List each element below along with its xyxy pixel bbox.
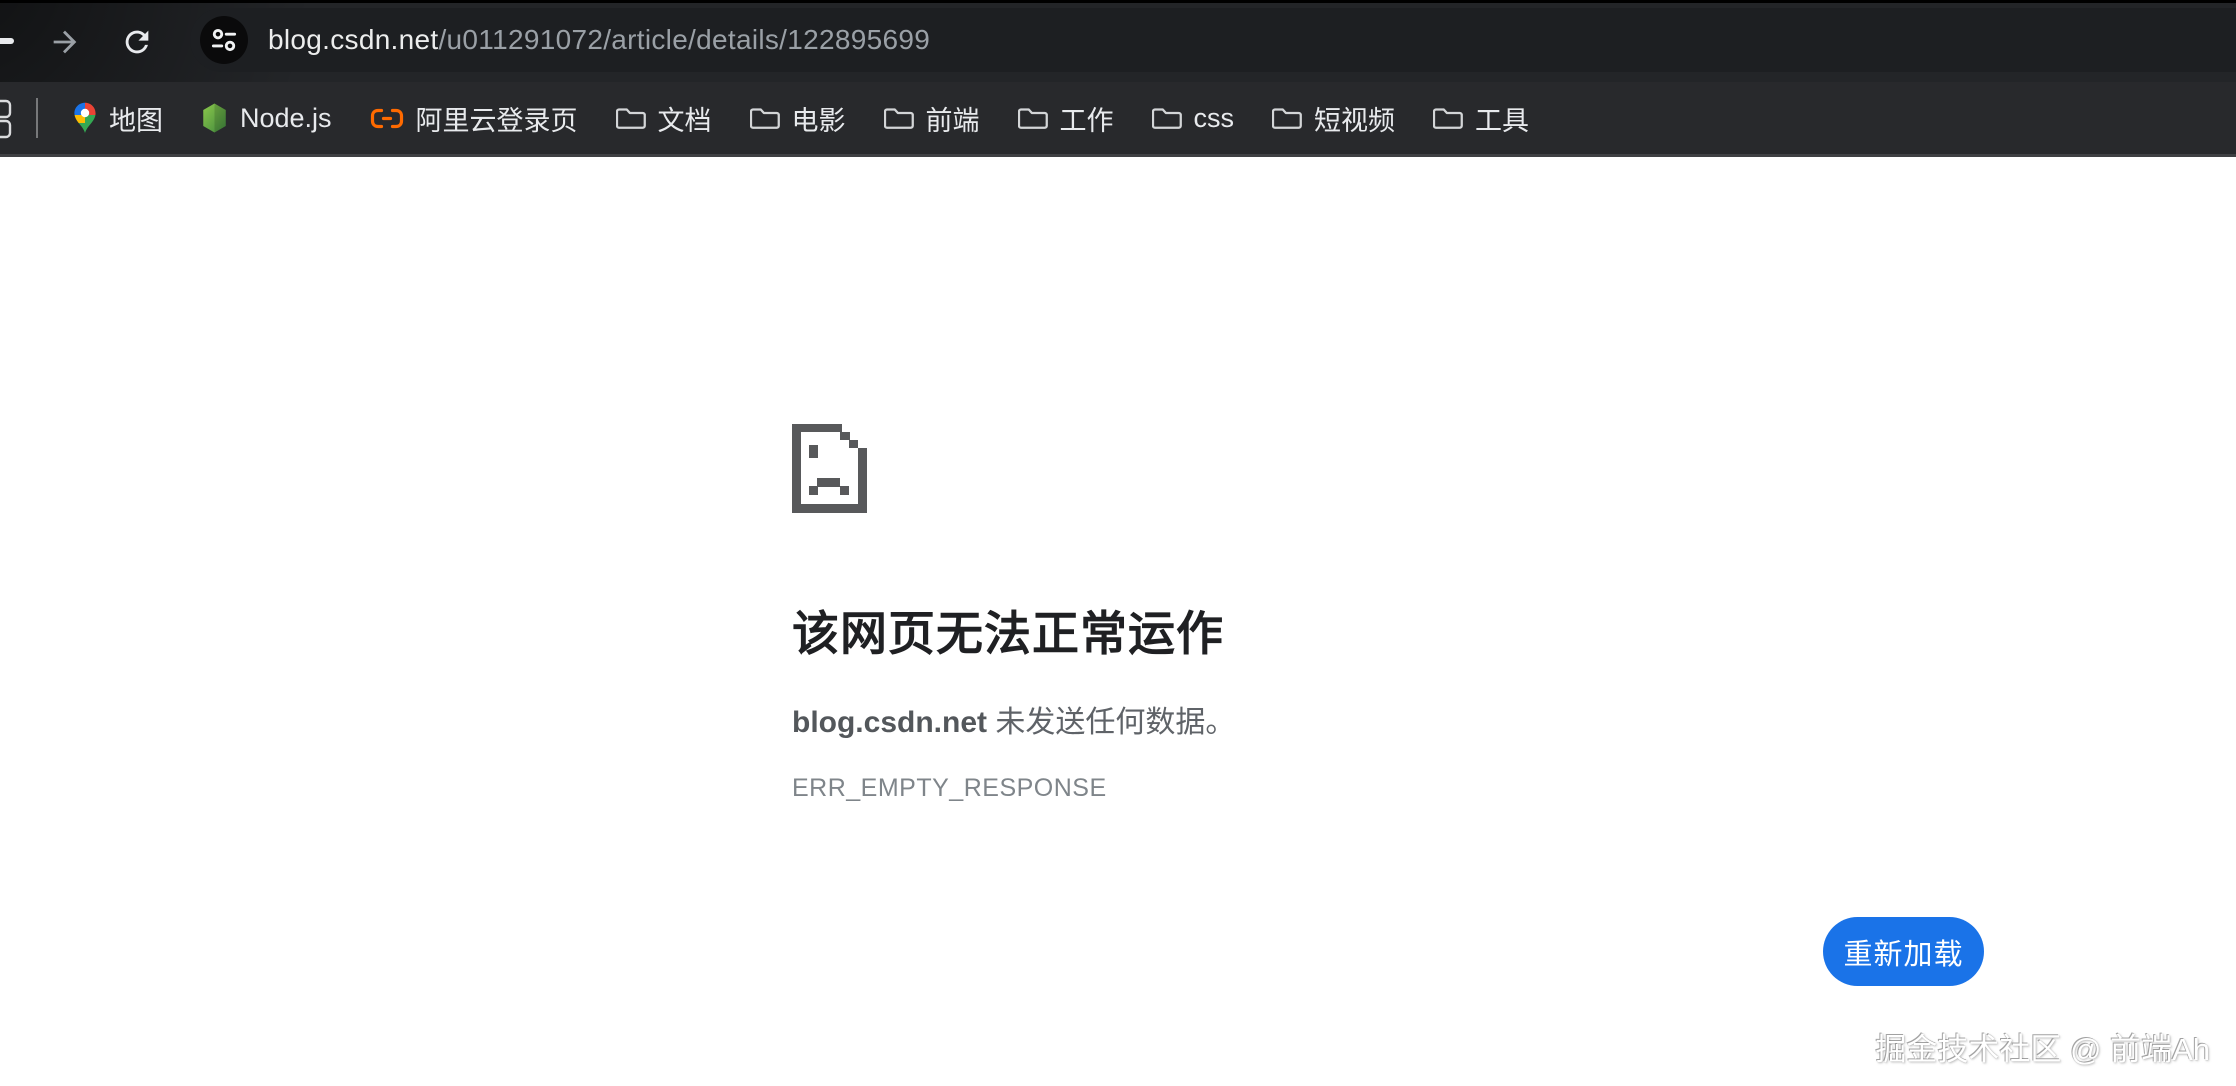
bookmark-item-文档[interactable]: 文档 — [597, 91, 731, 145]
bookmark-items: 地图 Node.js 阿里云登录页 文档 电影 前端 工作 css 短视频 工具 — [54, 82, 1548, 154]
folder-icon — [1272, 105, 1302, 131]
aliyun-brackets-icon — [370, 107, 404, 130]
folder-icon — [1018, 105, 1048, 131]
apps-grid-icon[interactable] — [0, 99, 14, 139]
bookmark-label: 文档 — [658, 99, 712, 138]
folder-icon — [750, 105, 780, 131]
forward-icon — [48, 25, 82, 59]
url-path: /u011291072/article/details/122895699 — [438, 24, 930, 55]
bookmarks-bar: 地图 Node.js 阿里云登录页 文档 电影 前端 工作 css 短视频 工具 — [0, 82, 2236, 157]
folder-icon — [616, 105, 646, 131]
site-tune-icon — [209, 25, 239, 55]
url-bar[interactable]: blog.csdn.net/u011291072/article/details… — [190, 8, 2236, 72]
reload-button[interactable] — [118, 23, 156, 61]
reload-icon — [120, 25, 154, 59]
bookmark-item-前端[interactable]: 前端 — [865, 91, 999, 145]
watermark-text: 掘金技术社区 @ 前端Ah — [1875, 1024, 2210, 1069]
nodejs-hexagon-icon — [201, 103, 228, 133]
bookmark-label: 阿里云登录页 — [416, 99, 578, 138]
bookmark-label: 工作 — [1060, 99, 1114, 138]
back-icon[interactable] — [0, 38, 14, 44]
error-message: blog.csdn.net 未发送任何数据。 — [792, 697, 1235, 741]
folder-icon — [1433, 105, 1463, 131]
bookmark-item-短视频[interactable]: 短视频 — [1253, 91, 1414, 145]
url-domain: blog.csdn.net — [268, 24, 438, 55]
bookmarks-divider — [36, 98, 38, 138]
google-maps-pin-icon — [73, 102, 97, 134]
bookmark-item-阿里云登录页[interactable]: 阿里云登录页 — [351, 91, 597, 145]
folder-icon — [1152, 105, 1182, 131]
error-message-rest: 未发送任何数据。 — [987, 706, 1235, 739]
url-text: blog.csdn.net/u011291072/article/details… — [268, 8, 930, 72]
bookmark-label: 短视频 — [1314, 99, 1395, 138]
bookmark-label: 工具 — [1475, 99, 1529, 138]
bookmark-item-工具[interactable]: 工具 — [1414, 91, 1548, 145]
site-info-button[interactable] — [200, 16, 248, 64]
bookmark-label: css — [1194, 103, 1235, 134]
bookmark-item-css[interactable]: css — [1133, 91, 1254, 145]
reload-page-button[interactable]: 重新加载 — [1823, 917, 1984, 986]
bookmark-label: 地图 — [109, 99, 163, 138]
bookmark-item-电影[interactable]: 电影 — [731, 91, 865, 145]
error-page: 该网页无法正常运作 blog.csdn.net 未发送任何数据。 ERR_EMP… — [0, 157, 2236, 1086]
sad-file-icon — [792, 424, 867, 513]
bookmark-item-地图[interactable]: 地图 — [54, 91, 182, 145]
browser-toolbar: blog.csdn.net/u011291072/article/details… — [0, 3, 2236, 82]
error-code: ERR_EMPTY_RESPONSE — [792, 774, 1107, 803]
error-title: 该网页无法正常运作 — [792, 595, 1224, 664]
forward-button[interactable] — [46, 23, 84, 61]
bookmark-label: Node.js — [240, 103, 332, 134]
bookmark-item-Node.js[interactable]: Node.js — [182, 91, 351, 145]
error-message-domain: blog.csdn.net — [792, 706, 987, 739]
bookmark-label: 前端 — [926, 99, 980, 138]
folder-icon — [884, 105, 914, 131]
bookmark-label: 电影 — [792, 99, 846, 138]
bookmark-item-工作[interactable]: 工作 — [999, 91, 1133, 145]
